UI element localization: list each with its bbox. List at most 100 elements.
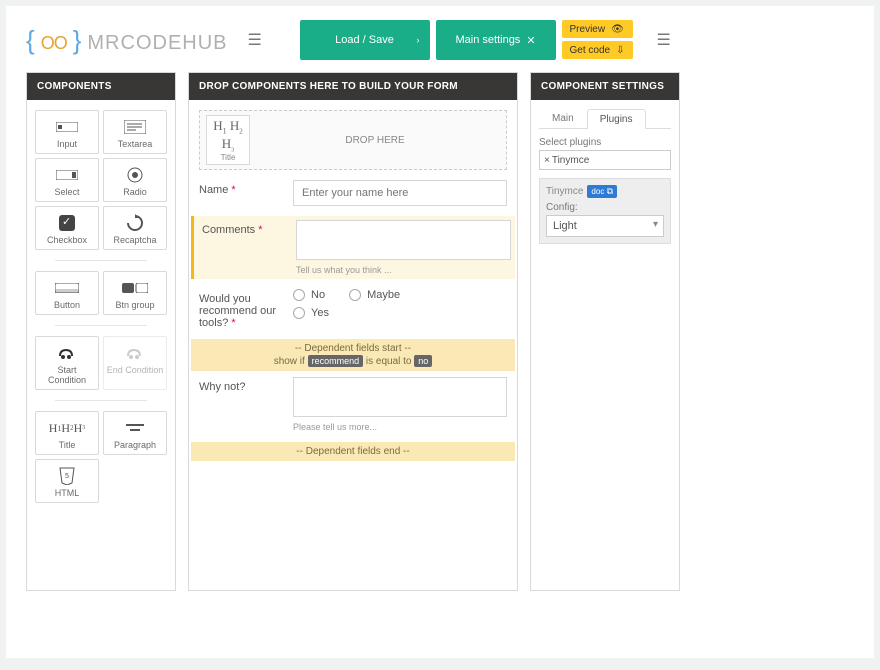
logo-brace-left: { <box>26 25 35 56</box>
hamburger-left-icon[interactable]: ☰ <box>248 30 264 50</box>
plugins-tagbox[interactable]: ×Tinymce <box>539 150 671 170</box>
components-header: COMPONENTS <box>27 73 175 100</box>
settings-panel: COMPONENT SETTINGS Main Plugins Select p… <box>530 72 680 591</box>
component-paragraph[interactable]: Paragraph <box>103 411 167 455</box>
required-marker: * <box>231 184 235 196</box>
html-icon: 5 <box>38 466 96 486</box>
field-row-recommend[interactable]: Would you recommend our tools? * No Mayb… <box>199 289 507 329</box>
components-panel: COMPONENTS Input Textarea Select <box>26 72 176 591</box>
get-code-button[interactable]: Get code ⇩ <box>562 41 633 59</box>
field-row-whynot[interactable]: Why not? Please tell us more... <box>199 377 507 432</box>
recaptcha-icon <box>106 213 164 233</box>
component-label: Button <box>38 300 96 310</box>
component-label: Title <box>38 440 96 450</box>
logo-oo: OO <box>41 33 67 54</box>
component-title[interactable]: H1 H2 H3 Title <box>35 411 99 455</box>
logo: {OO} MRCODEHUB <box>26 25 228 56</box>
button-icon <box>38 278 96 298</box>
drag-tile-title[interactable]: H1 H2 H3 Title <box>206 115 250 165</box>
config-select[interactable]: Light <box>546 215 664 237</box>
dep-field-tag: recommend <box>308 355 364 367</box>
help-text: Please tell us more... <box>293 422 507 432</box>
component-btngroup[interactable]: Btn group <box>103 271 167 315</box>
load-save-label: Load / Save <box>335 34 394 46</box>
name-input[interactable] <box>293 180 507 206</box>
field-label: Would you recommend our tools? * <box>199 289 283 329</box>
radio-label: Maybe <box>367 289 400 301</box>
config-label: Config: <box>546 202 664 213</box>
dep-end-label: -- Dependent fields end -- <box>296 446 409 457</box>
builder-panel: DROP COMPONENTS HERE TO BUILD YOUR FORM … <box>188 72 518 591</box>
title-icon: H1 H2 H3 <box>209 118 247 153</box>
separator <box>55 325 147 326</box>
component-label: End Condition <box>106 365 164 375</box>
main-settings-button[interactable]: Main settings ✕ <box>436 20 556 60</box>
component-checkbox[interactable]: Checkbox <box>35 206 99 250</box>
required-marker: * <box>258 224 262 236</box>
component-input[interactable]: Input <box>35 110 99 154</box>
checkbox-icon <box>38 213 96 233</box>
tab-plugins[interactable]: Plugins <box>587 109 646 129</box>
drop-zone[interactable]: H1 H2 H3 Title DROP HERE <box>199 110 507 170</box>
radio-label: Yes <box>311 307 329 319</box>
radio-label: No <box>311 289 325 301</box>
component-label: Select <box>38 187 96 197</box>
radio-no[interactable]: No <box>293 289 325 301</box>
drop-here-label: DROP HERE <box>250 135 500 146</box>
title-icon: H1 H2 H3 <box>38 418 96 438</box>
component-select[interactable]: Select <box>35 158 99 202</box>
whynot-textarea[interactable] <box>293 377 507 417</box>
chip-remove-icon[interactable]: × <box>544 155 550 166</box>
component-label: Btn group <box>106 300 164 310</box>
tab-main[interactable]: Main <box>539 108 587 128</box>
plugin-name: Tinymce <box>546 186 583 197</box>
settings-header: COMPONENT SETTINGS <box>531 73 679 100</box>
radio-yes[interactable]: Yes <box>293 307 329 319</box>
dependent-start-band[interactable]: -- Dependent fields start -- show if rec… <box>191 339 515 371</box>
btngroup-icon <box>106 278 164 298</box>
chevron-right-icon: › <box>417 35 420 45</box>
component-start-condition[interactable]: Start Condition <box>35 336 99 390</box>
start-cond-icon <box>38 343 96 363</box>
eye-icon: 👁 <box>611 24 624 35</box>
download-icon: ⇩ <box>616 45 624 56</box>
paragraph-icon <box>106 418 164 438</box>
component-label: Input <box>38 139 96 149</box>
component-label: Checkbox <box>38 235 96 245</box>
field-row-comments[interactable]: Comments * Tell us what you think ... <box>191 216 515 279</box>
component-button[interactable]: Button <box>35 271 99 315</box>
load-save-button[interactable]: Load / Save › <box>300 20 430 60</box>
radio-icon <box>349 289 361 301</box>
hamburger-right-icon[interactable]: ☰ <box>657 30 673 50</box>
component-recaptcha[interactable]: Recaptcha <box>103 206 167 250</box>
radio-maybe[interactable]: Maybe <box>349 289 400 301</box>
component-end-condition[interactable]: End Condition <box>103 336 167 390</box>
field-label: Name * <box>199 180 283 196</box>
component-label: Recaptcha <box>106 235 164 245</box>
input-icon <box>38 117 96 137</box>
component-label: Radio <box>106 187 164 197</box>
component-radio[interactable]: Radio <box>103 158 167 202</box>
drag-tile-label: Title <box>209 153 247 162</box>
plugin-chip[interactable]: ×Tinymce <box>544 155 589 166</box>
builder-header: DROP COMPONENTS HERE TO BUILD YOUR FORM <box>189 73 517 100</box>
component-textarea[interactable]: Textarea <box>103 110 167 154</box>
svg-text:5: 5 <box>65 473 69 480</box>
chip-label: Tinymce <box>552 155 589 166</box>
preview-button[interactable]: Preview 👁 <box>562 20 633 38</box>
get-code-label: Get code <box>570 45 611 56</box>
logo-brace-right: } <box>73 25 82 56</box>
dependent-end-band[interactable]: -- Dependent fields end -- <box>191 442 515 461</box>
field-row-name[interactable]: Name * <box>199 180 507 206</box>
component-label: HTML <box>38 488 96 498</box>
dep-start-label: -- Dependent fields start -- <box>195 343 511 354</box>
main-settings-label: Main settings <box>456 34 521 46</box>
field-label: Why not? <box>199 377 283 393</box>
doc-badge[interactable]: doc ⧉ <box>587 185 617 198</box>
tools-icon: ✕ <box>526 34 535 47</box>
select-icon <box>38 165 96 185</box>
comments-textarea[interactable] <box>296 220 511 260</box>
component-html[interactable]: 5 HTML <box>35 459 99 503</box>
textarea-icon <box>106 117 164 137</box>
select-plugins-label: Select plugins <box>539 137 671 148</box>
